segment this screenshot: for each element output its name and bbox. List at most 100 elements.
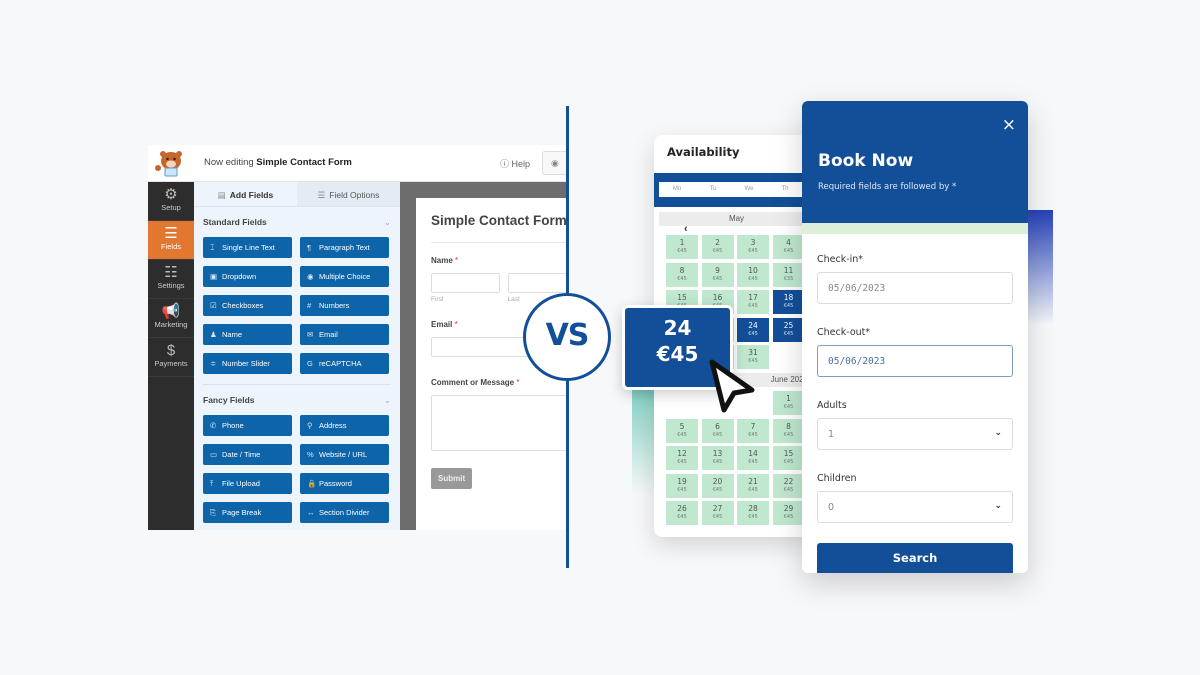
sliders-icon: ☷ xyxy=(164,264,178,281)
search-button[interactable]: Search xyxy=(817,543,1013,573)
field-button-numbers[interactable]: # Numbers xyxy=(300,295,389,316)
calendar-day[interactable]: 13 €45 xyxy=(701,446,734,470)
close-icon[interactable]: × xyxy=(1002,117,1016,134)
calendar-day[interactable]: 6 €45 xyxy=(701,418,734,443)
calendar-day[interactable]: 17 €45 xyxy=(737,290,769,314)
calendar-day[interactable]: 8 €45 xyxy=(772,418,805,443)
calendar-day[interactable]: 20 €45 xyxy=(701,473,734,498)
day-number: 1 xyxy=(679,238,685,247)
prev-month-icon[interactable]: ‹ xyxy=(684,223,688,235)
first-name-input[interactable] xyxy=(431,273,500,293)
sidebar-item-fields[interactable]: ☰ Fields xyxy=(148,221,194,260)
gear-icon: ⚙ xyxy=(164,186,178,203)
field-button-multiple-choice[interactable]: ◉ Multiple Choice xyxy=(300,266,389,287)
calendar-day[interactable]: 11 €35 xyxy=(772,262,805,287)
sidebar-item-payments[interactable]: $ Payments xyxy=(148,338,194,377)
adults-select[interactable]: 1 ⌄ xyxy=(817,418,1013,450)
calendar-day[interactable]: 1 €45 xyxy=(772,391,805,415)
day-price: €45 xyxy=(712,514,723,520)
field-button-page-break[interactable]: ⎘ Page Break xyxy=(203,502,292,523)
field-button-label: Dropdown xyxy=(222,272,257,281)
calendar-day[interactable]: 22 €45 xyxy=(772,473,805,498)
day-price: €45 xyxy=(712,486,723,493)
children-select[interactable]: 0 ⌄ xyxy=(817,491,1013,523)
calendar-day[interactable]: 12 €45 xyxy=(666,446,698,470)
calendar-day[interactable]: 15€45 xyxy=(772,446,805,470)
calendar-day[interactable]: 19 €45 xyxy=(666,473,698,498)
calendar-day[interactable]: 10 €45 xyxy=(737,262,769,287)
fancy-fields-header[interactable]: Fancy Fields ⌄ xyxy=(194,395,400,406)
field-button-single-line-text[interactable]: ⌶ Single Line Text xyxy=(203,237,292,258)
calendar-day[interactable]: 4 €45 xyxy=(772,235,805,259)
field-button-phone[interactable]: ✆ Phone xyxy=(203,415,292,436)
calendar-day[interactable]: 28 €45 xyxy=(737,501,769,525)
calendar-day[interactable]: 18 €45 xyxy=(772,290,805,314)
day-number: 5 xyxy=(679,421,685,431)
field-button-number-slider[interactable]: ≑ Number Slider xyxy=(203,353,292,374)
calendar-day[interactable]: 25 €45 xyxy=(772,317,805,342)
field-button-label: reCAPTCHA xyxy=(319,359,362,368)
field-button-section-divider[interactable]: ↔ Section Divider xyxy=(300,502,389,523)
preview-button[interactable]: ◉ xyxy=(542,151,568,175)
tab-add-fields[interactable]: ▤ Add Fields xyxy=(194,182,297,206)
field-button-password[interactable]: 🔒 Password xyxy=(300,473,389,494)
day-number: 14 xyxy=(748,449,758,458)
field-button-paragraph-text[interactable]: ¶ Paragraph Text xyxy=(300,237,389,258)
name-label: Name * xyxy=(431,256,459,265)
calendar-day[interactable]: 29 €45 xyxy=(772,501,805,525)
day-number: 1 xyxy=(786,394,791,403)
field-button-dropdown[interactable]: ▣ Dropdown xyxy=(203,266,292,287)
calendar-day[interactable]: 1 €45 xyxy=(666,235,698,259)
submit-button[interactable]: Submit xyxy=(431,468,473,489)
calendar-day[interactable]: 9 €45 xyxy=(701,262,734,287)
comment-textarea[interactable] xyxy=(431,395,568,451)
calendar-day[interactable]: 3 €45 xyxy=(737,235,769,259)
sidebar-item-label: Settings xyxy=(157,281,185,290)
field-icon: ♟ xyxy=(210,330,217,339)
calendar-day[interactable]: 21 €45 xyxy=(737,473,769,498)
day-price: €45 xyxy=(748,330,758,337)
form-divider xyxy=(431,242,568,243)
calendar-day[interactable]: 5 €45 xyxy=(666,418,698,443)
calendar-day[interactable]: 2 €45 xyxy=(701,235,734,259)
field-button-website-url[interactable]: % Website / URL xyxy=(300,444,389,465)
standard-fields-title: Standard Fields xyxy=(203,217,267,227)
help-link[interactable]: ⓘ Help xyxy=(500,157,530,170)
checkout-input[interactable]: 05/06/2023 xyxy=(817,345,1013,377)
field-button-label: Website / URL xyxy=(319,450,368,459)
vs-badge: VS xyxy=(523,293,611,381)
last-name-input[interactable] xyxy=(507,273,568,293)
section-divider xyxy=(203,384,391,385)
field-button-label: Page Break xyxy=(222,508,262,517)
day-number: 18 xyxy=(783,293,794,302)
tooltip-day: 24 xyxy=(663,316,692,340)
calendar-day[interactable]: 14 €45 xyxy=(737,446,769,470)
field-button-recaptcha[interactable]: GreCAPTCHA xyxy=(300,353,389,374)
calendar-day[interactable]: 27 €45 xyxy=(701,501,734,525)
sidebar-item-setup[interactable]: ⚙ Setup xyxy=(148,182,194,221)
fields-icon: ☰ xyxy=(164,225,178,242)
checkin-label: Check-in* xyxy=(817,254,864,265)
sidebar-item-marketing[interactable]: 📢 Marketing xyxy=(148,299,194,338)
calendar-day[interactable]: 8 €45 xyxy=(666,262,698,287)
field-button-checkboxes[interactable]: ☑ Checkboxes xyxy=(203,295,292,316)
calendar-header-band: Mo Tu We Th xyxy=(654,173,814,207)
field-button-address[interactable]: ⚲ Address xyxy=(300,415,389,436)
calendar-day[interactable]: 7 €45 xyxy=(737,418,769,443)
field-button-file-upload[interactable]: ⤒ File Upload xyxy=(203,473,292,494)
calendar-day[interactable]: 24 €45 xyxy=(737,317,769,342)
builder-topbar: Now editing Simple Contact Form ⓘ Help ◉ xyxy=(148,145,568,182)
field-icon: G xyxy=(307,359,313,368)
chevron-down-icon[interactable]: ⌄ xyxy=(384,217,391,228)
sidebar-item-settings[interactable]: ☷ Settings xyxy=(148,260,194,299)
calendar-day[interactable]: 26 €45 xyxy=(666,501,698,525)
field-button-email[interactable]: ✉ Email xyxy=(300,324,389,345)
field-icon: ▣ xyxy=(210,272,218,281)
checkin-input[interactable]: 05/06/2023 xyxy=(817,272,1013,304)
chevron-down-icon[interactable]: ⌄ xyxy=(384,395,391,406)
day-number: 15 xyxy=(783,449,794,458)
standard-fields-header[interactable]: Standard Fields ⌄ xyxy=(194,217,400,228)
field-button-name[interactable]: ♟ Name xyxy=(203,324,292,345)
tab-field-options[interactable]: ☰ Field Options xyxy=(297,182,400,206)
field-button-date-time[interactable]: ▭ Date / Time xyxy=(203,444,292,465)
